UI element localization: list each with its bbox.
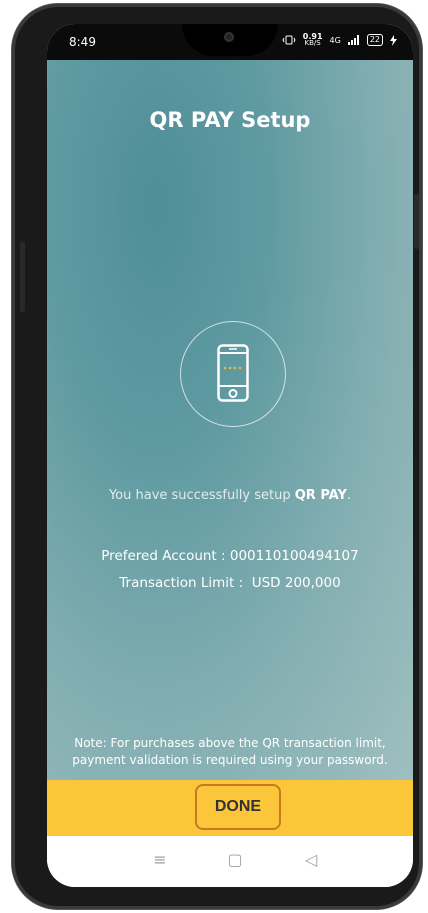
vibrate-icon — [282, 35, 296, 45]
battery-icon: 22 — [366, 34, 383, 46]
preferred-account: Prefered Account : 000110100494107 — [101, 548, 359, 564]
menu-icon[interactable]: ≡ — [149, 850, 171, 870]
home-icon[interactable]: ▢ — [224, 850, 246, 870]
signal-icon — [347, 35, 359, 45]
page-title: QR PAY Setup — [149, 108, 311, 132]
network-speed-unit: KB/S — [304, 39, 321, 47]
notch — [182, 24, 278, 56]
status-time: 8:49 — [69, 35, 96, 49]
main-content: QR PAY Setup You have successfully setup… — [47, 60, 413, 780]
screen: 8:49 0.91 KB/S 4G 22 QR PAY Setup You ha… — [47, 24, 413, 887]
limit-note: Note: For purchases above the QR transac… — [72, 736, 388, 767]
network-type: 4G — [329, 35, 341, 45]
success-message-highlight: QR PAY — [294, 488, 347, 503]
side-button-right — [414, 194, 419, 249]
success-message-prefix: You have successfully setup — [108, 488, 295, 503]
network-speed: 0.91 KB/S — [303, 33, 323, 47]
status-icons: 0.91 KB/S 4G 22 — [282, 33, 397, 47]
status-bar: 8:49 0.91 KB/S 4G 22 — [47, 24, 413, 60]
done-button[interactable]: DONE — [195, 784, 281, 830]
side-button-left — [20, 242, 25, 312]
camera-icon — [224, 32, 234, 42]
success-message-suffix: . — [346, 488, 352, 503]
phone-icon — [217, 344, 249, 402]
transaction-limit-label: Transaction Limit : — [119, 575, 244, 591]
charging-icon — [390, 34, 397, 46]
done-bar: DONE — [47, 780, 413, 836]
transaction-limit: Transaction Limit : USD 200,000 — [47, 575, 413, 591]
back-icon[interactable]: ◁ — [300, 850, 322, 870]
phone-frame: 8:49 0.91 KB/S 4G 22 QR PAY Setup You ha… — [12, 4, 422, 909]
success-illustration — [180, 321, 286, 427]
transaction-limit-value: USD 200,000 — [251, 575, 341, 591]
system-nav-bar: ≡ ▢ ◁ — [47, 836, 413, 887]
battery-level: 22 — [369, 35, 380, 44]
success-message: You have successfully setup QR PAY. — [47, 488, 413, 503]
